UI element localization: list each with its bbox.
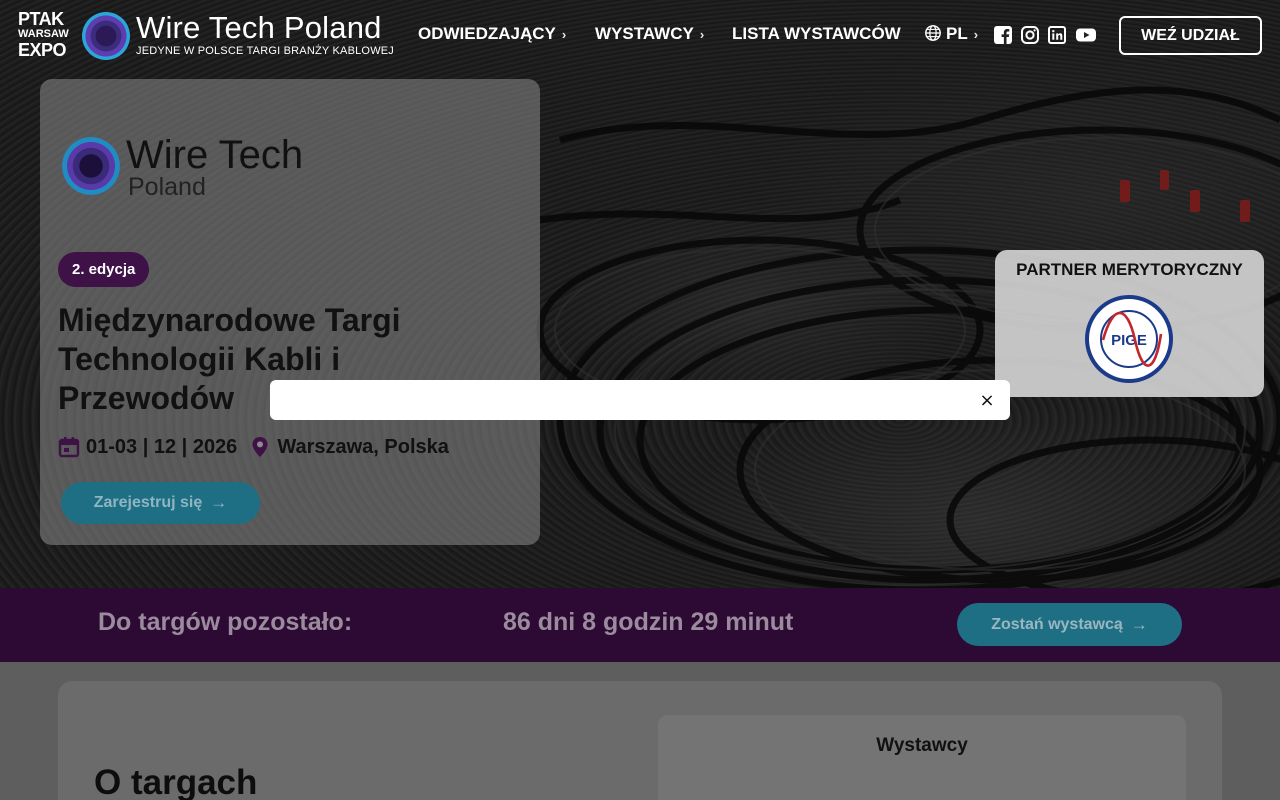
about-title: O targach <box>94 763 258 800</box>
exhibitors-panel: Wystawcy <box>658 715 1186 800</box>
close-icon[interactable]: × <box>978 392 996 410</box>
countdown-label: Do targów pozostało: <box>98 608 353 636</box>
partner-title: PARTNER MERYTORYCZNY <box>1016 260 1243 279</box>
nav-item-label: ODWIEDZAJĄCY <box>418 24 556 43</box>
become-exhibitor-button[interactable]: Zostań wystawcą → <box>957 603 1182 646</box>
pige-logo[interactable]: PIGE <box>1075 294 1183 384</box>
hero-wire-tech-logo: Wire Tech Poland <box>62 133 322 203</box>
popup-dialog: × <box>270 380 1010 420</box>
countdown-value: 86 dni 8 godzin 29 minut <box>503 608 794 636</box>
chevron-right-icon: › <box>561 27 567 42</box>
take-part-button[interactable]: WEŹ UDZIAŁ <box>1119 16 1262 55</box>
chevron-right-icon: › <box>973 27 979 42</box>
location-pin-icon <box>252 437 268 457</box>
event-meta: 01-03 | 12 | 2026 Warszawa, Polska <box>58 434 449 460</box>
ptak-warsaw-expo-logo[interactable]: PTAK WARSAW EXPO <box>18 10 76 60</box>
instagram-icon[interactable] <box>1021 26 1039 44</box>
top-navigation: PTAK WARSAW EXPO Wire Tech Poland JEDYNE… <box>0 0 1280 70</box>
about-card: O targach Wystawcy <box>58 681 1222 800</box>
exhibitors-panel-title: Wystawcy <box>876 735 968 756</box>
language-label: PL <box>946 24 968 43</box>
brand-tagline: JEDYNE W POLSCE TARGI BRANŻY KABLOWEJ <box>136 45 395 57</box>
register-label: Zarejestruj się <box>93 494 203 511</box>
youtube-icon[interactable] <box>1076 26 1096 44</box>
hero-logo-line2: Poland <box>128 173 206 201</box>
ptak-logo-line2: WARSAW <box>18 28 69 40</box>
calendar-icon <box>58 437 80 458</box>
ptak-logo-line1: PTAK <box>18 9 64 29</box>
about-section: O targach Wystawcy <box>0 662 1280 800</box>
language-selector[interactable]: PL › <box>924 24 978 44</box>
event-date: 01-03 | 12 | 2026 <box>86 435 238 458</box>
partner-card: PARTNER MERYTORYCZNY PIGE <box>995 250 1264 397</box>
register-button[interactable]: Zarejestruj się → <box>61 482 260 524</box>
hero-logo-line1: Wire Tech <box>126 133 304 177</box>
ptak-logo-line3: EXPO <box>18 40 67 60</box>
globe-icon <box>925 25 941 41</box>
nav-item-label: WYSTAWCY <box>595 24 694 43</box>
wire-tech-emblem-icon <box>62 137 120 195</box>
linkedin-icon[interactable] <box>1048 26 1066 44</box>
event-location: Warszawa, Polska <box>277 435 449 458</box>
brand-title: Wire Tech Poland <box>136 10 382 45</box>
nav-item-lista-wystawcow[interactable]: LISTA WYSTAWCÓW <box>732 24 901 44</box>
countdown-strip: Do targów pozostało: 86 dni 8 godzin 29 … <box>0 588 1280 662</box>
wire-tech-logo[interactable]: Wire Tech Poland JEDYNE W POLSCE TARGI B… <box>82 10 398 60</box>
nav-item-wystawcy[interactable]: WYSTAWCY › <box>595 24 704 44</box>
nav-item-label: LISTA WYSTAWCÓW <box>732 24 901 43</box>
nav-item-odwiedzajacy[interactable]: ODWIEDZAJĄCY › <box>418 24 566 44</box>
arrow-right-icon: → <box>1130 614 1148 634</box>
hero-card: Wire Tech Poland 2. edycja Międzynarodow… <box>40 79 540 545</box>
arrow-right-icon: → <box>210 493 228 512</box>
wire-tech-emblem-icon <box>82 12 130 60</box>
facebook-icon[interactable] <box>994 26 1012 44</box>
edition-badge: 2. edycja <box>58 252 150 287</box>
chevron-right-icon: › <box>699 27 705 42</box>
become-exhibitor-label: Zostań wystawcą <box>991 615 1123 633</box>
pige-logo-text: PIGE <box>1111 332 1147 349</box>
